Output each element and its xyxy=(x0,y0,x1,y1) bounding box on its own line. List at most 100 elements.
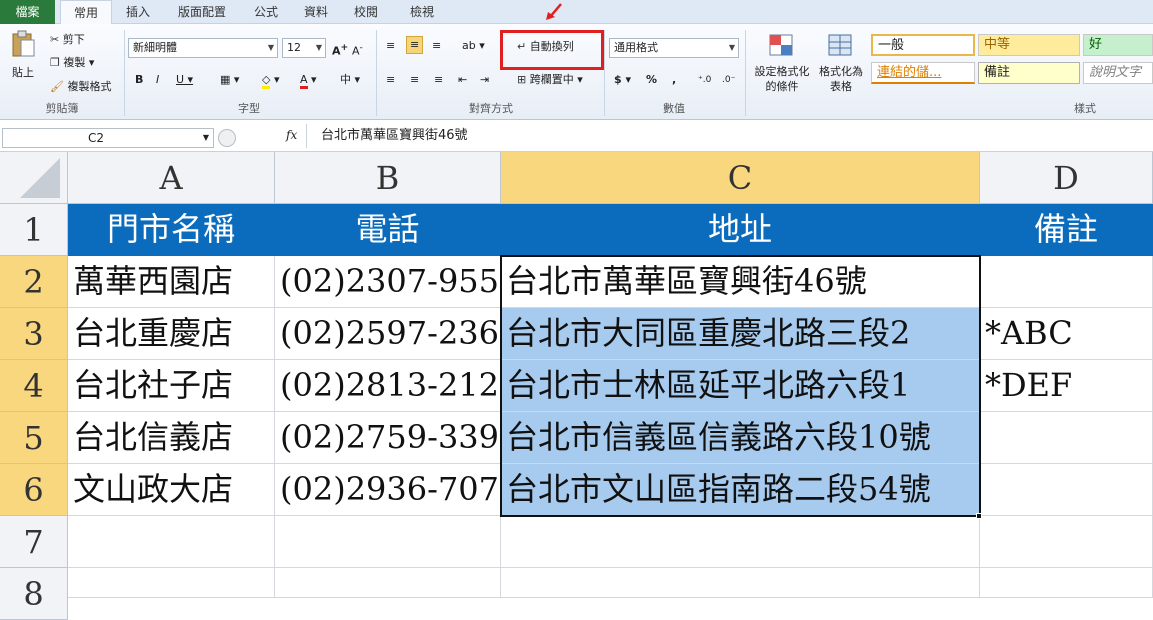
copy-icon: ❐ xyxy=(50,56,60,69)
cell-a8[interactable] xyxy=(68,568,275,598)
tab-review[interactable]: 校閱 xyxy=(346,0,386,24)
column-header-c[interactable]: C xyxy=(501,152,980,204)
cell-d7[interactable] xyxy=(980,516,1153,568)
style-good[interactable]: 好 xyxy=(1083,34,1153,56)
align-left-icon[interactable]: ≡ xyxy=(386,72,395,88)
wrap-text-highlight xyxy=(500,30,604,70)
style-linked-cell[interactable]: 連結的儲... xyxy=(871,62,975,84)
cell-d1[interactable]: 備註 xyxy=(980,204,1153,256)
tab-page-layout[interactable]: 版面配置 xyxy=(168,0,236,24)
cell-c6[interactable]: 台北市文山區指南路二段54號 xyxy=(501,464,980,516)
column-header-d[interactable]: D xyxy=(980,152,1153,204)
cell-d8[interactable] xyxy=(980,568,1153,598)
chevron-down-icon: ▼ xyxy=(728,43,735,52)
borders-icon[interactable]: ▦ ▾ xyxy=(220,72,239,88)
row-header-3[interactable]: 3 xyxy=(0,308,68,360)
cell-d5[interactable] xyxy=(980,412,1153,464)
tab-insert[interactable]: 插入 xyxy=(118,0,158,24)
tab-data[interactable]: 資料 xyxy=(296,0,336,24)
number-format-select[interactable]: 通用格式 ▼ xyxy=(609,38,739,58)
bold-icon[interactable]: B xyxy=(135,72,143,88)
row-header-1[interactable]: 1 xyxy=(0,204,68,256)
comma-icon[interactable]: , xyxy=(672,72,676,88)
underline-icon[interactable]: U ▾ xyxy=(176,72,193,88)
fill-handle[interactable] xyxy=(976,513,982,519)
font-color-icon[interactable]: A ▾ xyxy=(300,72,317,89)
decrease-decimal-icon[interactable]: .0⁻ xyxy=(722,72,735,88)
tab-file[interactable]: 檔案 xyxy=(0,0,55,24)
formula-input[interactable]: 台北市萬華區寶興街46號 xyxy=(306,124,1153,148)
cell-a5[interactable]: 台北信義店 xyxy=(68,412,275,464)
row-header-6[interactable]: 6 xyxy=(0,464,68,516)
select-all-corner[interactable] xyxy=(0,152,68,204)
cell-b1[interactable]: 電話 xyxy=(275,204,501,256)
percent-icon[interactable]: % xyxy=(646,72,657,88)
cell-c3[interactable]: 台北市大同區重慶北路三段2 xyxy=(501,308,980,360)
cell-d6[interactable] xyxy=(980,464,1153,516)
decrease-font-icon[interactable]: A- xyxy=(352,40,363,60)
fx-icon[interactable]: fx xyxy=(286,128,297,142)
cell-a6[interactable]: 文山政大店 xyxy=(68,464,275,516)
copy-button[interactable]: ❐ 複製 ▾ xyxy=(50,55,94,71)
style-normal[interactable]: 一般 xyxy=(871,34,975,56)
decrease-indent-icon[interactable]: ⇤ xyxy=(458,72,467,88)
cell-a3[interactable]: 台北重慶店 xyxy=(68,308,275,360)
cell-a4[interactable]: 台北社子店 xyxy=(68,360,275,412)
align-top-icon[interactable]: ≡ xyxy=(386,38,395,54)
merge-center-button[interactable]: ⊞ 跨欄置中 ▾ xyxy=(517,72,583,88)
cell-b3[interactable]: (02)2597-2368 xyxy=(275,308,519,360)
cell-b2[interactable]: (02)2307-9559 xyxy=(275,256,519,308)
style-explanatory[interactable]: 說明文字 xyxy=(1083,62,1153,84)
align-bottom-icon[interactable]: ≡ xyxy=(432,38,441,54)
increase-font-icon[interactable]: A+ xyxy=(332,40,348,60)
cell-a2[interactable]: 萬華西園店 xyxy=(68,256,275,308)
format-as-table-button[interactable]: 格式化為表格 xyxy=(816,32,866,94)
font-size-select[interactable]: 12 ▼ xyxy=(282,38,326,58)
cell-c4[interactable]: 台北市士林區延平北路六段1 xyxy=(501,360,980,412)
fill-color-icon[interactable]: ◇ ▾ xyxy=(262,72,280,89)
cell-c8[interactable] xyxy=(501,568,980,598)
column-header-a[interactable]: A xyxy=(68,152,275,204)
cell-b8[interactable] xyxy=(275,568,501,598)
cell-d4[interactable]: *DEF xyxy=(980,360,1153,412)
cell-c7[interactable] xyxy=(501,516,980,568)
align-center-icon[interactable]: ≡ xyxy=(410,72,419,88)
phonetic-icon[interactable]: 中 ▾ xyxy=(340,72,360,88)
cell-c1[interactable]: 地址 xyxy=(501,204,980,256)
orientation-icon[interactable]: ab ▾ xyxy=(462,38,485,54)
row-header-5[interactable]: 5 xyxy=(0,412,68,464)
cell-a1[interactable]: 門市名稱 xyxy=(68,204,275,256)
column-header-b[interactable]: B xyxy=(275,152,501,204)
tab-view[interactable]: 檢視 xyxy=(396,0,448,24)
cell-c2[interactable]: 台北市萬華區寶興街46號 xyxy=(501,256,980,308)
cell-a7[interactable] xyxy=(68,516,275,568)
row-header-7[interactable]: 7 xyxy=(0,516,68,568)
font-name-select[interactable]: 新細明體 ▼ xyxy=(128,38,278,58)
style-note[interactable]: 備註 xyxy=(978,62,1080,84)
cell-b7[interactable] xyxy=(275,516,501,568)
paste-button[interactable]: 貼上 xyxy=(8,30,38,90)
increase-decimal-icon[interactable]: ⁺.0 xyxy=(698,72,711,88)
cell-b6[interactable]: (02)2936-7078 xyxy=(275,464,519,516)
conditional-format-button[interactable]: 設定格式化的條件 xyxy=(752,32,812,94)
row-header-2[interactable]: 2 xyxy=(0,256,68,308)
cut-button[interactable]: ✂ 剪下 xyxy=(50,32,85,48)
style-neutral[interactable]: 中等 xyxy=(978,34,1080,56)
name-box[interactable]: C2 ▼ xyxy=(2,128,214,148)
cell-b5[interactable]: (02)2759-3399 xyxy=(275,412,519,464)
cell-d3[interactable]: *ABC xyxy=(980,308,1153,360)
currency-icon[interactable]: $ ▾ xyxy=(614,72,631,88)
row-header-8[interactable]: 8 xyxy=(0,568,68,620)
tab-home[interactable]: 常用 xyxy=(60,0,112,25)
tab-formulas[interactable]: 公式 xyxy=(246,0,286,24)
italic-icon[interactable]: I xyxy=(156,72,159,88)
cell-d2[interactable] xyxy=(980,256,1153,308)
align-middle-icon[interactable]: ≡ xyxy=(406,36,424,54)
align-right-icon[interactable]: ≡ xyxy=(434,72,443,88)
cell-c5[interactable]: 台北市信義區信義路六段10號 xyxy=(501,412,980,464)
cell-b4[interactable]: (02)2813-2128 xyxy=(275,360,519,412)
format-painter-button[interactable]: 🖌 複製格式 xyxy=(50,79,111,95)
formula-bar-resize-handle[interactable] xyxy=(218,129,236,147)
row-header-4[interactable]: 4 xyxy=(0,360,68,412)
increase-indent-icon[interactable]: ⇥ xyxy=(480,72,489,88)
